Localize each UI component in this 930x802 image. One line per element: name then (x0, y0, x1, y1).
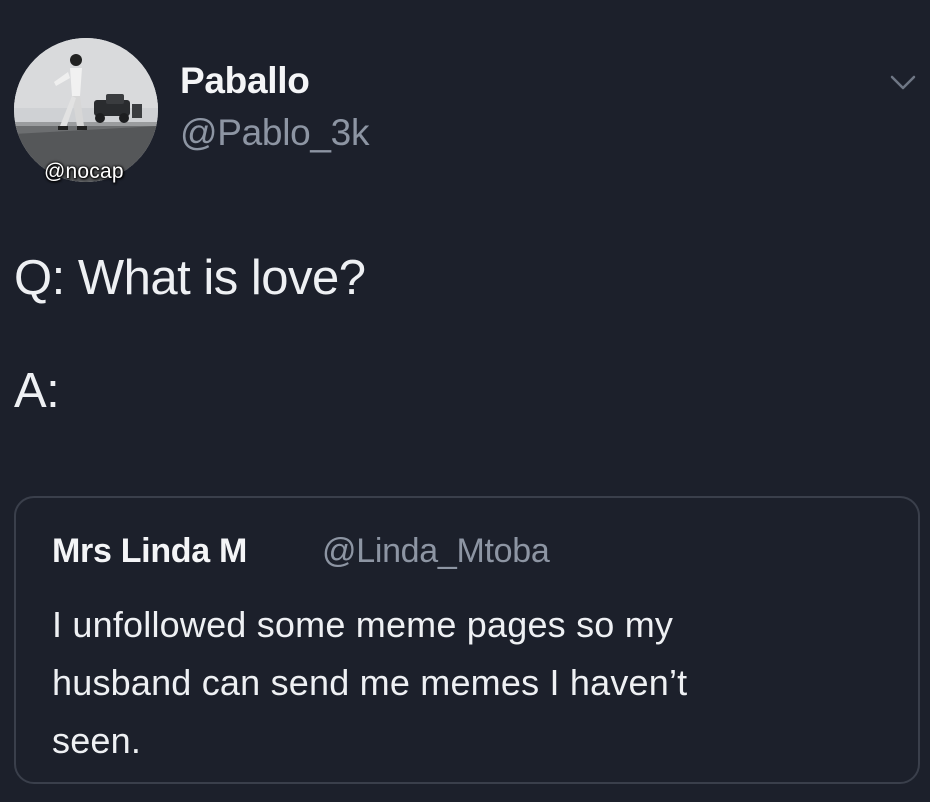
quoted-author-handle: @Linda_Mtoba (322, 532, 550, 570)
quoted-author-display-name: Mrs Linda M (52, 532, 248, 570)
quoted-tweet-text: I unfollowed some meme pages so my husba… (52, 596, 852, 770)
quoted-tweet[interactable]: Mrs Linda M @Linda_Mtoba I unfollowed so… (14, 496, 920, 784)
watermark-text: @nocap (44, 160, 124, 183)
tweet-card[interactable]: @nocap Paballo @Pablo_3k Q: What is love… (0, 0, 930, 802)
author-display-name[interactable]: Paballo (180, 60, 310, 102)
quoted-text-line: I unfollowed some meme pages so my (52, 604, 674, 645)
author-handle[interactable]: @Pablo_3k (180, 112, 369, 154)
tweet-text-answer: A: (14, 364, 60, 418)
quoted-text-line: husband can send me memes I haven’t (52, 662, 688, 703)
tweet-text-question: Q: What is love? (14, 251, 366, 305)
quoted-text-line: seen. (52, 720, 142, 761)
chevron-down-icon[interactable] (890, 74, 916, 92)
